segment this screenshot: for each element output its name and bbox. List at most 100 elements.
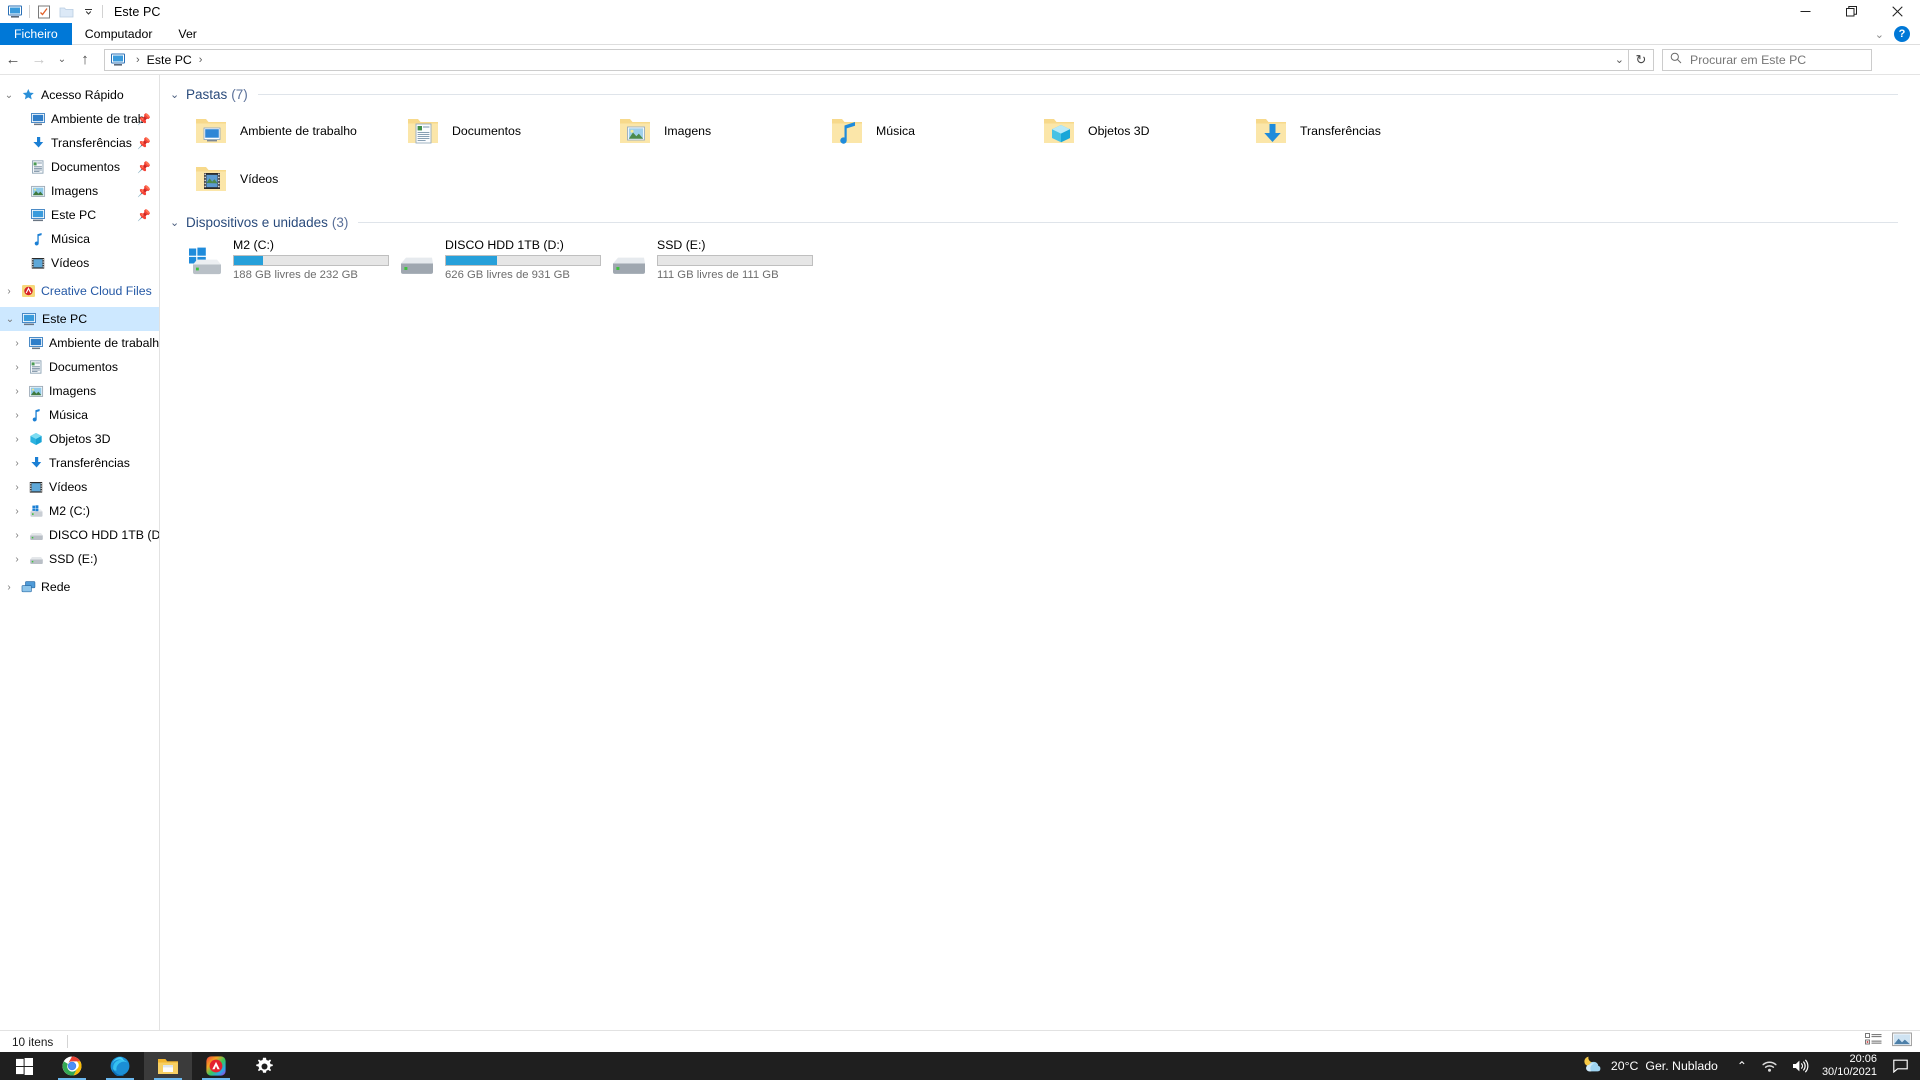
address-breadcrumb-bar[interactable]: › Este PC › ⌄ bbox=[104, 49, 1629, 71]
speaker-icon[interactable] bbox=[1785, 1059, 1816, 1073]
sidebar-item-este-pc-qa[interactable]: Este PC 📌 bbox=[0, 203, 159, 227]
details-view-icon[interactable] bbox=[1865, 1032, 1882, 1052]
sidebar-item-acesso-rapido[interactable]: ⌄ Acesso Rápido bbox=[0, 83, 159, 107]
group-header-dispositivos-e-unidades[interactable]: ⌄ Dispositivos e unidades (3) bbox=[170, 211, 1920, 233]
recent-locations-chevron-down-icon[interactable]: ⌄ bbox=[52, 47, 72, 73]
sidebar-item-transferencias-qa[interactable]: Transferências 📌 bbox=[0, 131, 159, 155]
taskbar-app-creative-cloud[interactable] bbox=[192, 1052, 240, 1080]
list-item[interactable]: Documentos bbox=[394, 107, 606, 155]
search-box[interactable]: Procurar em Este PC bbox=[1662, 49, 1872, 71]
breadcrumb-separator-0[interactable]: › bbox=[131, 54, 145, 66]
wifi-icon[interactable] bbox=[1754, 1059, 1785, 1073]
pin-icon[interactable]: 📌 bbox=[137, 137, 151, 150]
weather-widget[interactable]: 20°C Ger. Nublado bbox=[1582, 1055, 1730, 1078]
list-item[interactable]: M2 (C:) 188 GB livres de 232 GB bbox=[182, 235, 394, 287]
expander-chevron-right-icon[interactable]: › bbox=[8, 530, 26, 541]
sidebar-item-ambiente-de-trabalho[interactable]: › Ambiente de trabalh bbox=[0, 331, 159, 355]
group-collapse-chevron-down-icon[interactable]: ⌄ bbox=[170, 216, 186, 229]
drive-icon bbox=[606, 235, 652, 287]
sidebar-item-creative-cloud-files[interactable]: › Creative Cloud Files bbox=[0, 279, 159, 303]
pin-icon[interactable]: 📌 bbox=[137, 209, 151, 222]
up-button[interactable]: ↑ bbox=[72, 47, 98, 73]
help-icon[interactable]: ? bbox=[1894, 26, 1910, 42]
search-input[interactable]: Procurar em Este PC bbox=[1690, 53, 1806, 67]
list-item[interactable]: DISCO HDD 1TB (D:) 626 GB livres de 931 … bbox=[394, 235, 606, 287]
drive-info: M2 (C:) 188 GB livres de 232 GB bbox=[228, 235, 389, 281]
back-button[interactable]: ← bbox=[0, 47, 26, 73]
refresh-button[interactable]: ↻ bbox=[1629, 49, 1654, 71]
drive-usage-bar bbox=[233, 255, 389, 266]
group-collapse-chevron-down-icon[interactable]: ⌄ bbox=[170, 88, 186, 101]
tray-overflow-chevron-up-icon[interactable]: ⌃ bbox=[1730, 1059, 1754, 1073]
expander-chevron-right-icon[interactable]: › bbox=[0, 286, 18, 297]
list-item[interactable]: Ambiente de trabalho bbox=[182, 107, 394, 155]
expander-chevron-down-icon[interactable]: ⌄ bbox=[0, 90, 18, 101]
list-item[interactable]: SSD (E:) 111 GB livres de 111 GB bbox=[606, 235, 818, 287]
sidebar-item-este-pc[interactable]: ⌄ Este PC bbox=[0, 307, 159, 331]
properties-icon[interactable] bbox=[33, 2, 55, 22]
notification-icon[interactable] bbox=[1887, 1059, 1920, 1073]
sidebar-item-imagens-qa[interactable]: Imagens 📌 bbox=[0, 179, 159, 203]
sidebar-item-rede[interactable]: › Rede bbox=[0, 575, 159, 599]
file-list-area[interactable]: ⌄ Pastas (7) Ambiente de trabalho bbox=[160, 75, 1920, 1030]
pin-icon[interactable]: 📌 bbox=[137, 113, 151, 126]
list-item[interactable]: Imagens bbox=[606, 107, 818, 155]
list-item[interactable]: Vídeos bbox=[182, 155, 1920, 203]
taskbar-app-edge[interactable] bbox=[96, 1052, 144, 1080]
sidebar-item-ssd-e[interactable]: › SSD (E:) bbox=[0, 547, 159, 571]
sidebar-item-documentos-qa[interactable]: Documentos 📌 bbox=[0, 155, 159, 179]
list-item[interactable]: Transferências bbox=[1242, 107, 1454, 155]
sidebar-item-musica-qa[interactable]: Música bbox=[0, 227, 159, 251]
taskbar-app-settings[interactable] bbox=[240, 1052, 288, 1080]
expander-chevron-right-icon[interactable]: › bbox=[0, 582, 18, 593]
drive-name: M2 (C:) bbox=[233, 238, 389, 252]
expander-chevron-right-icon[interactable]: › bbox=[8, 386, 26, 397]
videos-icon bbox=[28, 257, 48, 270]
breadcrumb-separator-1[interactable]: › bbox=[194, 54, 208, 66]
minimize-button[interactable] bbox=[1782, 0, 1828, 23]
tab-ficheiro[interactable]: Ficheiro bbox=[0, 23, 72, 45]
expander-chevron-down-icon[interactable]: ⌄ bbox=[1, 314, 19, 325]
close-button[interactable] bbox=[1874, 0, 1920, 23]
expander-chevron-right-icon[interactable]: › bbox=[8, 482, 26, 493]
collapse-ribbon-chevron-down-icon[interactable]: ⌄ bbox=[1875, 28, 1884, 41]
list-item[interactable]: Objetos 3D bbox=[1030, 107, 1242, 155]
sidebar-item-musica[interactable]: › Música bbox=[0, 403, 159, 427]
new-folder-icon[interactable] bbox=[55, 2, 77, 22]
list-item[interactable]: Música bbox=[818, 107, 1030, 155]
sidebar-item-documentos[interactable]: › Documentos bbox=[0, 355, 159, 379]
drive-free-space: 188 GB livres de 232 GB bbox=[233, 269, 389, 281]
forward-button[interactable]: → bbox=[26, 47, 52, 73]
taskbar-app-file-explorer[interactable] bbox=[144, 1052, 192, 1080]
expander-chevron-right-icon[interactable]: › bbox=[8, 410, 26, 421]
taskbar-app-chrome[interactable] bbox=[48, 1052, 96, 1080]
expander-chevron-right-icon[interactable]: › bbox=[8, 338, 26, 349]
sidebar-item-disco-hdd-1tb-d[interactable]: › DISCO HDD 1TB (D: bbox=[0, 523, 159, 547]
objects3d-icon bbox=[26, 432, 46, 446]
maximize-button[interactable] bbox=[1828, 0, 1874, 23]
drive-info: DISCO HDD 1TB (D:) 626 GB livres de 931 … bbox=[440, 235, 601, 281]
address-dropdown-chevron-down-icon[interactable]: ⌄ bbox=[1615, 53, 1624, 66]
breadcrumb-item-este-pc[interactable]: Este PC bbox=[145, 53, 194, 67]
pin-icon[interactable]: 📌 bbox=[137, 161, 151, 174]
tab-computador[interactable]: Computador bbox=[72, 23, 166, 45]
clock-widget[interactable]: 20:06 30/10/2021 bbox=[1816, 1053, 1887, 1079]
expander-chevron-right-icon[interactable]: › bbox=[8, 458, 26, 469]
sidebar-item-objetos-3d[interactable]: › Objetos 3D bbox=[0, 427, 159, 451]
customize-qat-chevron-down-icon[interactable] bbox=[77, 2, 99, 22]
thumbnails-view-icon[interactable] bbox=[1892, 1032, 1912, 1052]
expander-chevron-right-icon[interactable]: › bbox=[8, 434, 26, 445]
expander-chevron-right-icon[interactable]: › bbox=[8, 554, 26, 565]
sidebar-item-transferencias[interactable]: › Transferências bbox=[0, 451, 159, 475]
group-header-pastas[interactable]: ⌄ Pastas (7) bbox=[170, 83, 1920, 105]
expander-chevron-right-icon[interactable]: › bbox=[8, 362, 26, 373]
sidebar-item-imagens[interactable]: › Imagens bbox=[0, 379, 159, 403]
start-button[interactable] bbox=[0, 1052, 48, 1080]
tab-ver[interactable]: Ver bbox=[165, 23, 209, 45]
sidebar-item-videos[interactable]: › Vídeos bbox=[0, 475, 159, 499]
sidebar-item-m2-c[interactable]: › M2 (C:) bbox=[0, 499, 159, 523]
sidebar-item-videos-qa[interactable]: Vídeos bbox=[0, 251, 159, 275]
expander-chevron-right-icon[interactable]: › bbox=[8, 506, 26, 517]
sidebar-item-ambiente-de-trabalho-qa[interactable]: Ambiente de trab 📌 bbox=[0, 107, 159, 131]
pin-icon[interactable]: 📌 bbox=[137, 185, 151, 198]
